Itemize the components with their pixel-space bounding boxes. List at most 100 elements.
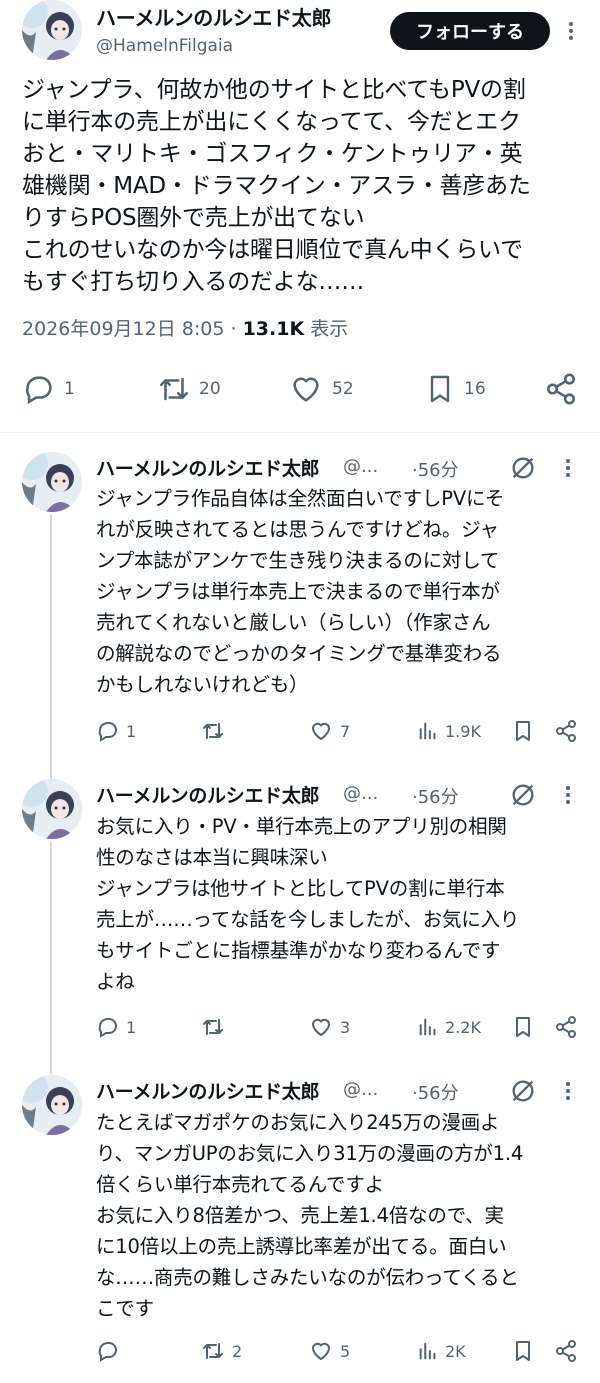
views-button[interactable]: 2K (417, 1339, 466, 1363)
retweet-button[interactable]: 20 (157, 372, 221, 406)
avatar[interactable] (22, 779, 82, 839)
like-button[interactable]: 7 (308, 719, 350, 743)
like-count: 7 (340, 721, 351, 741)
tweet-text-line: おと・マリトキ・ゴスフィク・ケントゥリア・英 (22, 141, 523, 167)
more-options-icon[interactable] (558, 456, 578, 480)
slashed-circle-icon[interactable] (509, 1077, 537, 1105)
reply-text-line: ジャンプラは他サイトと比してPVの割に単行本 (96, 877, 505, 900)
more-options-icon[interactable] (558, 783, 578, 807)
heart-icon (308, 1015, 334, 1039)
share-nodes-icon[interactable] (554, 719, 578, 743)
handle[interactable]: @... (343, 1079, 378, 1100)
reply-text-line: お気に入り8倍差かつ、売上差1.4倍なので、実 (96, 1204, 504, 1227)
reply-text-line: に10倍以上の売上誘導比率差が出てる。面白い (96, 1235, 507, 1258)
share-button[interactable] (544, 372, 578, 406)
like-count: 52 (332, 379, 354, 399)
post-time[interactable]: ·56分 (412, 783, 459, 809)
handle[interactable]: @... (343, 456, 378, 477)
heart-icon (308, 719, 334, 743)
reply-button[interactable]: 1 (96, 1015, 136, 1039)
retweet-button[interactable] (200, 719, 232, 743)
reply-button[interactable]: 1 (22, 372, 75, 406)
reply-text-line: かもしれないけれども） (96, 673, 309, 696)
speech-bubble-icon (22, 372, 56, 406)
display-name[interactable]: ハーメルンのルシエド太郎 (96, 454, 320, 481)
post-time[interactable]: ·56分 (412, 1079, 459, 1105)
heart-icon (308, 1339, 334, 1363)
tweet-text-line: に単行本の売上が出にくくなってて、今だとエク (22, 109, 521, 135)
speech-bubble-icon (96, 1339, 120, 1363)
view-count: 2K (445, 1341, 466, 1361)
follow-button[interactable]: フォローする (390, 12, 550, 50)
reply-text-line: ンプ本誌がアンケで生き残り決まるのに対して (96, 549, 500, 572)
tweet-meta: 2026年09月12日 8:05 · 13.1K 表示 (22, 314, 348, 341)
views-button[interactable]: 2.2K (417, 1015, 481, 1039)
share-nodes-icon[interactable] (554, 1339, 578, 1363)
display-name[interactable]: ハーメルンのルシエド太郎 (96, 2, 332, 31)
retweet-button[interactable] (200, 1015, 232, 1039)
retweet-count: 2 (232, 1341, 243, 1361)
thread-line (50, 515, 52, 780)
retweet-arrows-icon (200, 1339, 226, 1363)
bookmark-button[interactable]: 16 (424, 372, 486, 406)
tweet-text-line: これのせいなのか今は曜日順位で真ん中くらいで (22, 237, 523, 263)
heart-icon (288, 372, 324, 406)
bookmark-icon[interactable] (511, 1015, 535, 1039)
more-options-icon[interactable] (561, 19, 581, 43)
reply-count: 1 (126, 721, 137, 741)
share-nodes-icon (544, 372, 578, 406)
bookmark-count: 16 (464, 379, 486, 399)
reply-count: 1 (126, 1017, 137, 1037)
reply-text-line: の解説なのでどっかのタイミングで基準変わる (96, 642, 502, 665)
bar-chart-icon (417, 1015, 439, 1039)
separator: · (230, 318, 237, 340)
view-count: 13.1K (242, 318, 305, 340)
reply-text-line: ジャンプラ作品自体は全然面白いですしPVにそ (96, 487, 505, 510)
bookmark-icon[interactable] (511, 719, 535, 743)
reply-text-line: ジャンプラは単行本売上で決まるので単行本が (96, 580, 500, 603)
bar-chart-icon (417, 1339, 439, 1363)
views-label: 表示 (310, 318, 349, 340)
like-button[interactable]: 5 (308, 1339, 350, 1363)
reply-text-line: り、マンガUPのお気に入り31万の漫画の方が1.4 (96, 1142, 524, 1165)
like-button[interactable]: 3 (308, 1015, 350, 1039)
slashed-circle-icon[interactable] (509, 781, 537, 809)
avatar[interactable] (22, 0, 82, 60)
reply-button[interactable]: 1 (96, 719, 136, 743)
views-button[interactable]: 1.9K (417, 719, 481, 743)
retweet-arrows-icon (200, 1015, 226, 1039)
tweet-text-line: ジャンプラ、何故か他のサイトと比べてもPVの割 (22, 77, 526, 103)
retweet-arrows-icon (157, 372, 191, 406)
display-name[interactable]: ハーメルンのルシエド太郎 (96, 781, 320, 808)
reply-text: たとえばマガポケのお気に入り245万の漫画よ り、マンガUPのお気に入り31万の… (96, 1107, 596, 1324)
reply-text-line: な……商売の難しさみたいなのが伝わってくると (96, 1266, 519, 1289)
avatar[interactable] (22, 452, 82, 512)
reply-text-line: 倍くらい単行本売れてるんですよ (96, 1173, 384, 1196)
share-nodes-icon[interactable] (554, 1015, 578, 1039)
tweet-text-line: もすぐ打ち切り入るのだよな…… (22, 269, 365, 295)
bookmark-icon[interactable] (511, 1339, 535, 1363)
like-count: 3 (340, 1017, 351, 1037)
reply-text-line: お気に入り・PV・単行本売上のアプリ別の相関 (96, 815, 507, 838)
bookmark-icon (424, 372, 456, 406)
tweet-text-line: りすらPOS圏外で売上が出てない (22, 205, 365, 231)
reply-button[interactable] (96, 1339, 126, 1363)
slashed-circle-icon[interactable] (509, 454, 537, 482)
more-options-icon[interactable] (558, 1079, 578, 1103)
reply-text-line: たとえばマガポケのお気に入り245万の漫画よ (96, 1111, 500, 1134)
avatar[interactable] (22, 1075, 82, 1135)
like-button[interactable]: 52 (288, 372, 354, 406)
reply-text-line: こです (96, 1297, 154, 1320)
tweet-text-line: 雄機関・MAD・ドラマクイン・アスラ・善彦あた (22, 173, 531, 199)
reply-text: お気に入り・PV・単行本売上のアプリ別の相関 性のなさは本当に興味深い ジャンプ… (96, 811, 596, 997)
handle[interactable]: @... (343, 783, 378, 804)
retweet-count: 20 (199, 379, 221, 399)
view-count: 1.9K (445, 721, 481, 741)
timestamp[interactable]: 2026年09月12日 8:05 (22, 318, 224, 340)
handle[interactable]: @HamelnFilgaia (96, 36, 233, 56)
speech-bubble-icon (96, 719, 120, 743)
post-time[interactable]: ·56分 (412, 456, 459, 482)
retweet-button[interactable]: 2 (200, 1339, 242, 1363)
bar-chart-icon (417, 719, 439, 743)
display-name[interactable]: ハーメルンのルシエド太郎 (96, 1077, 320, 1104)
